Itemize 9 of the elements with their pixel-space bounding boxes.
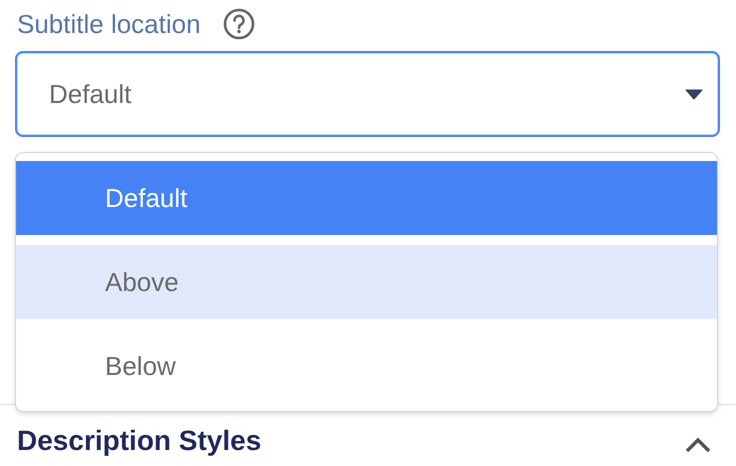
caret-icon — [685, 88, 703, 100]
field-label: Subtitle location — [17, 8, 201, 40]
select-field[interactable]: Default — [15, 51, 720, 137]
section-title: Description Styles — [17, 425, 262, 457]
dropdown-option[interactable]: Above — [16, 245, 717, 319]
dropdown-option[interactable]: Default — [16, 161, 717, 235]
chevron-icon[interactable] — [684, 435, 712, 453]
help-icon[interactable] — [222, 8, 255, 40]
dropdown-option[interactable]: Below — [16, 329, 717, 403]
